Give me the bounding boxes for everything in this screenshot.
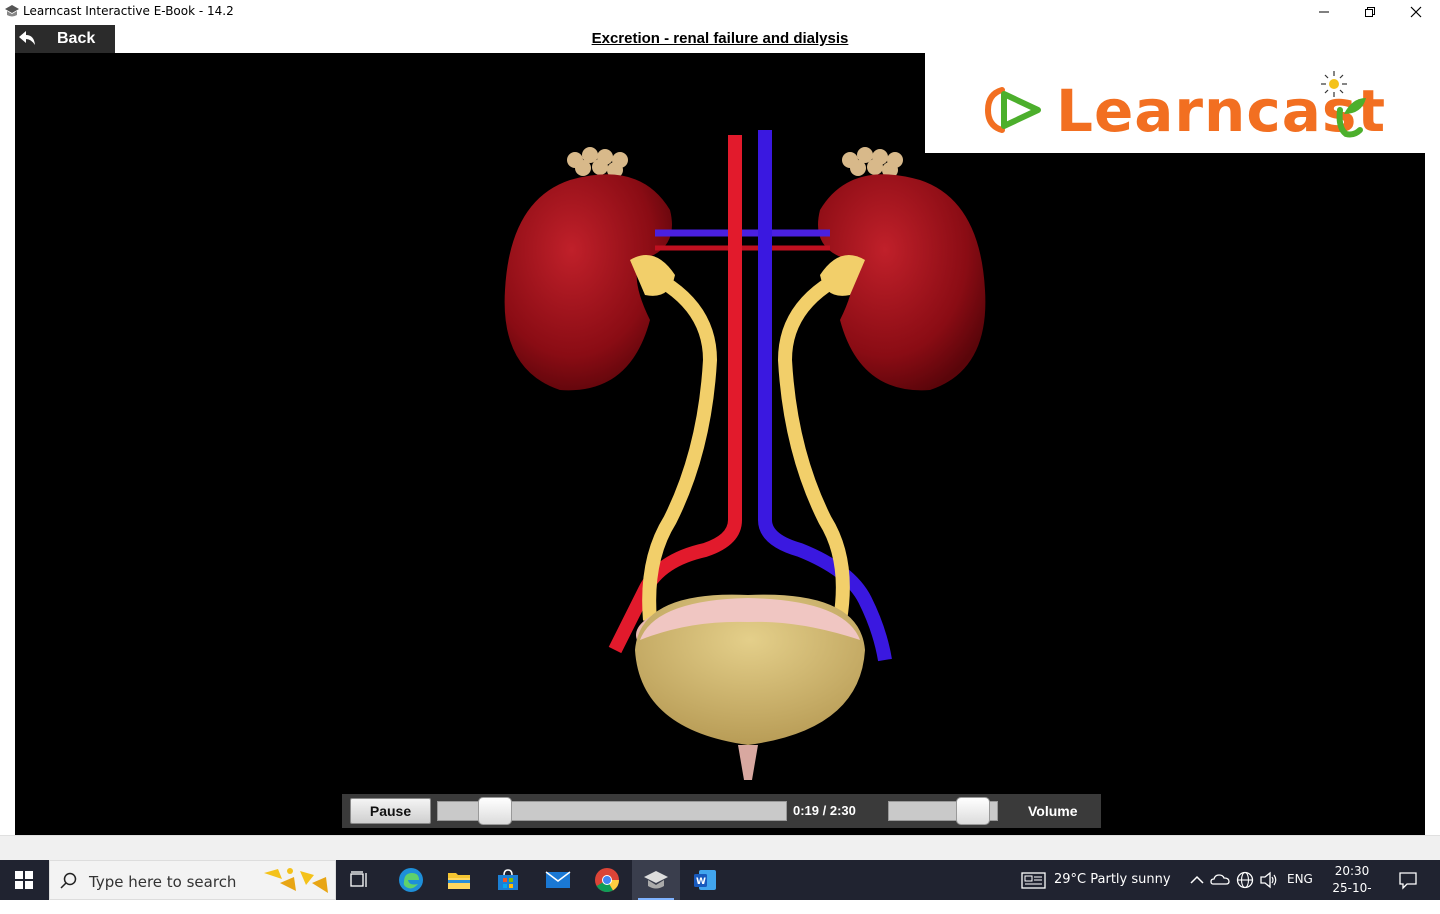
window-bottom-strip <box>0 835 1440 860</box>
player-controls: Pause 0:19 / 2:30 Volume <box>342 794 1101 828</box>
time-display: 0:19 / 2:30 <box>793 803 856 818</box>
taskbar-edge[interactable] <box>387 860 435 900</box>
back-button[interactable]: Back <box>15 25 115 53</box>
word-icon: W <box>694 870 716 890</box>
minimize-button[interactable] <box>1301 0 1347 24</box>
taskbar-search-box[interactable]: Type here to search <box>49 860 336 900</box>
title-bar: Learncast Interactive E-Book - 14.2 <box>0 0 1440 24</box>
clock-time: 20:30 <box>1334 864 1370 878</box>
volume-slider-thumb[interactable] <box>956 797 990 825</box>
taskbar-task-view[interactable] <box>336 860 384 900</box>
restore-button[interactable] <box>1347 0 1393 24</box>
store-icon <box>498 869 518 890</box>
network-globe-icon[interactable] <box>1235 870 1255 890</box>
taskbar-chrome[interactable] <box>583 860 631 900</box>
volume-speaker-icon[interactable] <box>1259 870 1279 890</box>
back-arrow-icon <box>19 31 35 45</box>
task-view-icon <box>350 871 367 887</box>
seek-slider-thumb[interactable] <box>478 797 512 825</box>
learncast-play-logo-icon <box>984 87 1041 133</box>
window-title: Learncast Interactive E-Book - 14.2 <box>23 4 234 18</box>
learncast-app-icon <box>5 5 19 17</box>
leaf-t-icon <box>1336 98 1366 138</box>
notification-center-icon[interactable] <box>1398 870 1418 890</box>
chrome-icon <box>595 868 619 893</box>
video-player[interactable] <box>15 53 1425 835</box>
svg-text:W: W <box>696 877 706 887</box>
volume-slider[interactable] <box>888 797 998 825</box>
show-hidden-icons-chevron-icon[interactable] <box>1187 870 1207 890</box>
edge-icon <box>399 868 423 892</box>
taskbar-microsoft-store[interactable] <box>484 860 532 900</box>
seek-slider[interactable] <box>437 797 787 825</box>
language-indicator[interactable]: ENG <box>1287 872 1313 886</box>
search-placeholder: Type here to search <box>89 873 237 891</box>
close-icon <box>1410 6 1422 18</box>
urinary-system-illustration <box>504 130 986 780</box>
taskbar: Type here to search W 29°C Partly sunny … <box>0 860 1440 912</box>
clock-date: 25-10-2023 <box>1332 881 1372 912</box>
close-button[interactable] <box>1393 0 1439 24</box>
folder-icon <box>448 873 470 889</box>
restore-icon <box>1365 7 1375 17</box>
learncast-app-icon <box>644 871 668 889</box>
taskbar-learncast[interactable] <box>632 860 680 900</box>
page-title: Excretion - renal failure and dialysis <box>591 30 849 47</box>
back-label: Back <box>57 30 96 47</box>
weather-text[interactable]: 29°C Partly sunny <box>1054 872 1171 887</box>
pause-button[interactable]: Pause <box>350 798 431 824</box>
search-icon <box>60 872 77 889</box>
onedrive-icon[interactable] <box>1210 870 1230 890</box>
news-weather-icon <box>1021 872 1046 889</box>
minimize-icon <box>1319 11 1329 13</box>
start-button[interactable] <box>0 860 48 900</box>
taskbar-word[interactable]: W <box>681 860 729 900</box>
volume-label: Volume <box>1028 803 1078 819</box>
mail-icon <box>545 871 571 888</box>
taskbar-mail[interactable] <box>534 860 582 900</box>
taskbar-file-explorer[interactable] <box>435 860 483 900</box>
taskbar-clock[interactable]: 20:30 25-10-2023 <box>1318 863 1386 914</box>
search-highlight-icon <box>264 868 328 893</box>
windows-logo-icon <box>15 871 33 889</box>
